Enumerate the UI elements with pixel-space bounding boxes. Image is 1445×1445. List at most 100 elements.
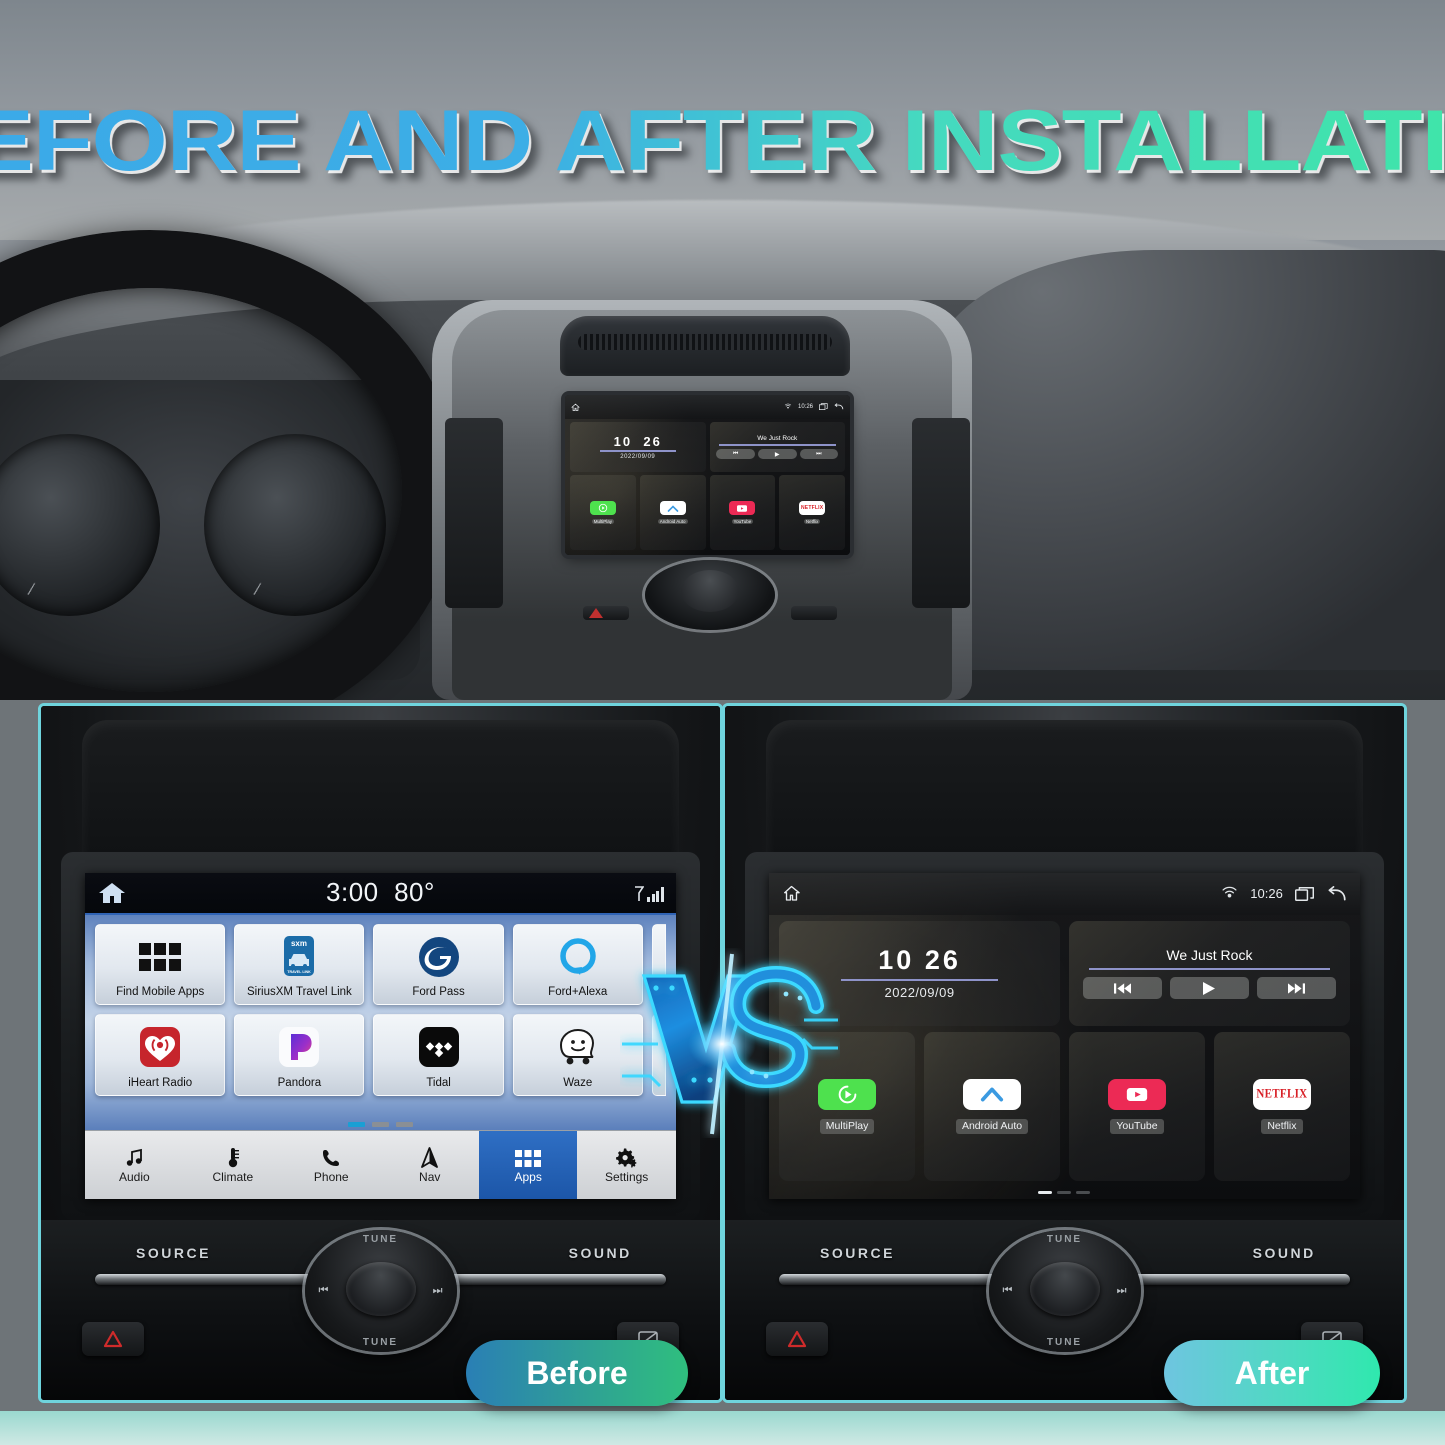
- mini-clock-minutes: 26: [643, 433, 662, 449]
- tune-up-label: TUNE: [1046, 1234, 1083, 1246]
- tune-knob-center[interactable]: [1029, 1262, 1100, 1317]
- seek-forward-icon[interactable]: ⏭: [1117, 1285, 1127, 1298]
- page-indicator-dots[interactable]: [85, 1122, 676, 1128]
- alexa-ring-icon: [556, 934, 600, 980]
- sync-status-bar: 3:00 80°: [85, 872, 676, 915]
- media-widget[interactable]: We Just Rock: [1068, 920, 1350, 1026]
- nav-item-label: Apps: [514, 1169, 542, 1184]
- tune-down-label: TUNE: [1046, 1337, 1083, 1349]
- nav-item-climate[interactable]: Climate: [184, 1131, 282, 1198]
- media-previous-button[interactable]: [1083, 977, 1162, 1000]
- app-tile-partial-next-page[interactable]: [651, 1014, 666, 1096]
- multiplay-icon[interactable]: [818, 1078, 877, 1110]
- app-tile-ford-pass[interactable]: Ford Pass: [373, 923, 504, 1006]
- mini-prev-button[interactable]: ⏮: [716, 449, 755, 460]
- nav-item-label: Audio: [119, 1169, 150, 1184]
- page-indicator-dots[interactable]: [779, 1190, 1350, 1197]
- media-play-button[interactable]: [1169, 977, 1249, 1000]
- youtube-icon[interactable]: [1107, 1078, 1166, 1110]
- seek-forward-icon[interactable]: ⏭: [433, 1285, 443, 1298]
- hazard-triangle-icon: [787, 1331, 806, 1348]
- after-label-badge: After: [1164, 1340, 1380, 1406]
- androidauto-icon[interactable]: [659, 501, 686, 516]
- app-cell-label: MultiPlay: [819, 1118, 875, 1134]
- recent-apps-icon[interactable]: [819, 403, 828, 411]
- nav-item-settings[interactable]: Settings: [577, 1131, 675, 1198]
- source-label: SOURCE: [820, 1244, 895, 1261]
- home-outline-icon[interactable]: [571, 403, 580, 412]
- nav-item-label: Nav: [419, 1169, 441, 1184]
- app-cell-label: Netflix: [1261, 1118, 1303, 1134]
- tune-knob[interactable]: TUNE TUNE ⏮ ⏭: [304, 1230, 457, 1353]
- nav-item-phone[interactable]: Phone: [282, 1131, 380, 1198]
- multiplay-icon[interactable]: [589, 501, 616, 516]
- media-progress-bar[interactable]: [1088, 968, 1331, 971]
- before-infotainment-screen[interactable]: 3:00 80° Find Mobile Apps sxm TRAVEL LIN…: [85, 872, 676, 1199]
- clock-widget[interactable]: 10 26 2022/09/09: [779, 920, 1060, 1026]
- app-tile-siriusxm-travel-link[interactable]: sxm TRAVEL LINK SiriusXM Travel Link: [234, 923, 365, 1006]
- tune-knob-center[interactable]: [345, 1262, 416, 1317]
- seek-back-icon[interactable]: ⏮: [319, 1285, 329, 1298]
- youtube-icon[interactable]: [729, 501, 756, 516]
- back-arrow-icon[interactable]: [834, 403, 844, 411]
- source-button[interactable]: [779, 1273, 997, 1285]
- app-cell-youtube[interactable]: YouTube: [1069, 1031, 1205, 1181]
- app-tile-pandora[interactable]: Pandora: [234, 1014, 365, 1096]
- app-tile-ford-alexa[interactable]: Ford+Alexa: [512, 923, 643, 1006]
- left-air-vent: [445, 418, 503, 608]
- grid-apps-icon: [138, 934, 182, 980]
- netflix-icon[interactable]: NETFLIX: [799, 501, 826, 516]
- app-cell-android-auto[interactable]: Android Auto: [924, 1031, 1060, 1181]
- app-cell-netflix[interactable]: NETFLIX Netflix: [1213, 1031, 1350, 1181]
- recent-apps-icon[interactable]: [1294, 886, 1314, 902]
- mini-next-button[interactable]: ⏭: [799, 449, 839, 460]
- seek-back-icon[interactable]: ⏮: [1003, 1285, 1013, 1298]
- waze-icon: [556, 1024, 600, 1070]
- sync-time: 3:00: [326, 877, 379, 908]
- mini-play-button[interactable]: ▶: [757, 449, 797, 460]
- tidal-icon: [418, 1024, 460, 1070]
- androidauto-icon[interactable]: [963, 1078, 1022, 1110]
- defrost-vent: [560, 316, 850, 376]
- android-home-widgets: 10 26 2022/09/09 We Just Rock MultiPlay …: [769, 915, 1360, 1199]
- installed-head-unit-display[interactable]: 10:26 10 26 2022/09/09 We Just Rock ⏮ ▶ …: [565, 395, 850, 555]
- source-button[interactable]: [95, 1273, 313, 1285]
- sound-button[interactable]: [448, 1273, 666, 1285]
- app-tile-waze[interactable]: Waze: [512, 1014, 643, 1096]
- sound-button[interactable]: [1132, 1273, 1350, 1285]
- hazard-button[interactable]: [81, 1322, 144, 1357]
- app-tile-iheart-radio[interactable]: iHeart Radio: [95, 1014, 226, 1096]
- home-outline-icon[interactable]: [782, 884, 801, 903]
- hazard-button[interactable]: [765, 1322, 828, 1357]
- app-tile-find-mobile-apps[interactable]: Find Mobile Apps: [95, 923, 226, 1006]
- nav-item-apps[interactable]: Apps: [478, 1131, 578, 1199]
- media-next-button[interactable]: [1256, 977, 1336, 1000]
- sound-label: SOUND: [1252, 1244, 1316, 1261]
- sync-clock-temp: 3:00 80°: [85, 877, 676, 908]
- back-arrow-icon[interactable]: [1326, 885, 1347, 902]
- app-tile-label: Waze: [563, 1076, 593, 1089]
- sync-app-grid: Find Mobile Apps sxm TRAVEL LINK SiriusX…: [95, 923, 666, 1096]
- nav-item-label: Climate: [212, 1169, 254, 1184]
- center-console-controls: [575, 560, 845, 640]
- app-tile-partial-next-page[interactable]: [651, 923, 666, 1006]
- after-comparison-panel: 10:26 10 26 2022/09/09 We Just Rock Mult…: [722, 703, 1407, 1403]
- nav-item-audio[interactable]: Audio: [85, 1131, 183, 1198]
- app-cell-multiplay[interactable]: MultiPlay: [779, 1031, 916, 1181]
- app-tile-tidal[interactable]: Tidal: [373, 1014, 504, 1096]
- clock-time: 10 26: [878, 946, 961, 974]
- netflix-icon[interactable]: NETFLIX: [1252, 1078, 1311, 1110]
- nav-item-nav[interactable]: Nav: [380, 1131, 478, 1198]
- grid-apps-icon: [515, 1146, 542, 1168]
- after-infotainment-screen[interactable]: 10:26 10 26 2022/09/09 We Just Rock Mult…: [769, 872, 1360, 1199]
- mini-clock-date: 2022/09/09: [620, 453, 656, 460]
- clock-divider: [840, 978, 999, 981]
- bottom-accent-strip: [0, 1411, 1445, 1445]
- app-cell-label: YouTube: [1110, 1118, 1164, 1134]
- nav-item-label: Settings: [604, 1169, 649, 1184]
- tune-knob[interactable]: TUNE TUNE ⏮ ⏭: [988, 1230, 1141, 1353]
- app-tile-label: Tidal: [426, 1076, 451, 1089]
- wireless-cast-icon: [784, 403, 792, 409]
- sync-bottom-nav: Audio Climate Phone Nav Apps Settings: [85, 1130, 676, 1199]
- hazard-triangle-icon: [103, 1331, 122, 1348]
